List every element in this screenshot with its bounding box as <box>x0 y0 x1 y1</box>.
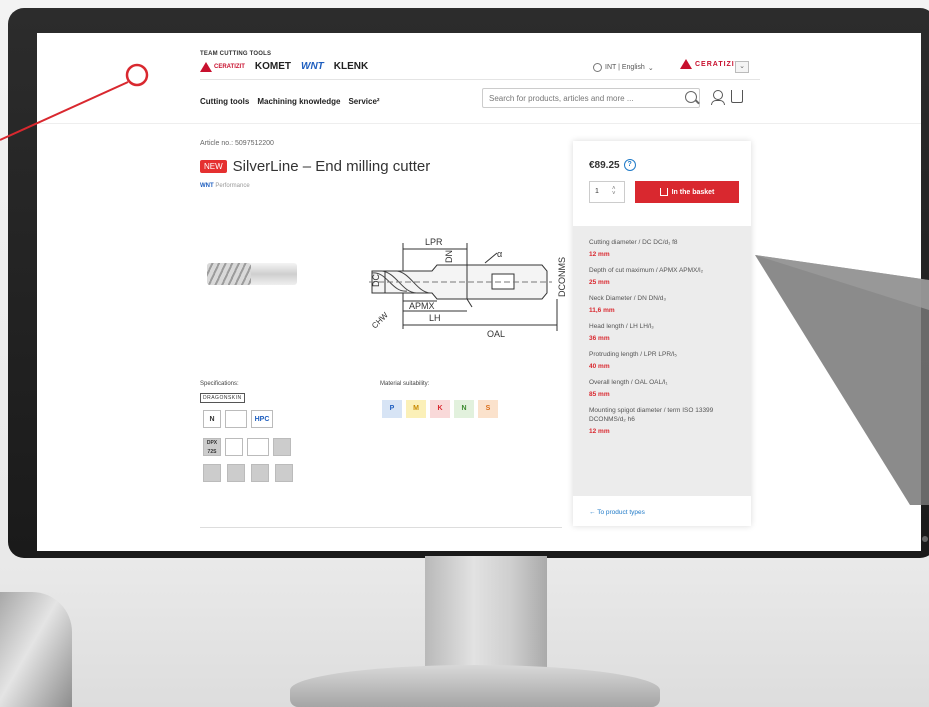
material-s: S <box>478 400 498 418</box>
article-number: Article no.: 5097512200 <box>200 140 274 147</box>
spec-name: Mounting spigot diameter / term ISO 1339… <box>589 407 714 423</box>
spec-value: 40 mm <box>589 363 610 370</box>
label-oal: OAL <box>487 329 505 339</box>
brand-switcher[interactable]: CERATIZIT <box>680 59 740 69</box>
label-apmx: APMX <box>409 301 435 311</box>
label-lpr: LPR <box>425 237 443 247</box>
browser-screen: TEAM CUTTING TOOLS CERATIZIT KOMET WNT K… <box>37 33 921 551</box>
performance-label: Performance <box>215 183 250 189</box>
spec-value: 85 mm <box>589 391 610 398</box>
chevron-down-icon: ⌄ <box>647 64 654 72</box>
monitor-stand-base <box>290 665 660 707</box>
nav-cutting-tools[interactable]: Cutting tools <box>200 97 249 106</box>
quantity-value: 1 <box>595 188 599 195</box>
material-p: P <box>382 400 402 418</box>
spec-milling-icon-2 <box>227 464 245 482</box>
ceratizit-triangle-icon <box>200 61 212 72</box>
stepper-arrows-icon[interactable]: ˄ ˅ <box>612 186 616 197</box>
spec-milling-icon-1 <box>203 464 221 482</box>
spec-hpc-box: HPC <box>251 410 273 428</box>
wnt-brand: WNT <box>200 183 214 189</box>
klenk-logo[interactable]: KLENK <box>334 61 368 72</box>
spec-milling-icon-4 <box>275 464 293 482</box>
nav-service[interactable]: Service² <box>348 97 379 106</box>
spec-value: 25 mm <box>589 279 610 286</box>
purchase-panel: €89.25 ? 1 ˄ ˅ In the basket Cutting diam… <box>573 141 751 526</box>
decorative-tool-photo <box>0 592 72 707</box>
ceratizit-triangle-icon <box>680 59 692 69</box>
label-alpha: α <box>497 249 502 259</box>
brand-dropdown-button[interactable]: ⌄ <box>735 61 749 73</box>
spec-shank-icon <box>247 438 269 456</box>
main-nav: Cutting tools Machining knowledge Servic… <box>200 97 380 106</box>
label-chw: CHW <box>370 310 390 330</box>
team-label: TEAM CUTTING TOOLS <box>200 51 272 57</box>
specifications-label: Specifications: <box>200 381 239 387</box>
to-product-types-link[interactable]: ← To product types <box>589 509 645 516</box>
label-dconms: DCONMS <box>557 257 567 297</box>
dragonskin-logo: DRAGONSKIN <box>200 393 245 403</box>
material-k: K <box>430 400 450 418</box>
material-suitability-label: Material suitability: <box>380 381 430 387</box>
help-icon[interactable]: ? <box>623 159 636 171</box>
spec-dpx-box: DPX 72S <box>203 438 221 456</box>
spec-angle-icon <box>225 410 247 428</box>
add-to-basket-button[interactable]: In the basket <box>635 181 739 203</box>
spec-value: 12 mm <box>589 428 610 435</box>
spec-shape-icon <box>273 438 291 456</box>
header-divider <box>200 79 760 80</box>
spec-list: Cutting diameter / DC DC/d₁ f8 12 mm Depth… <box>573 226 751 496</box>
brand-line: WNT Performance <box>200 183 250 189</box>
globe-icon <box>593 63 602 72</box>
spec-name: Head length / LH LH/l₃ <box>589 323 654 330</box>
brand-logos: CERATIZIT KOMET WNT KLENK <box>200 61 368 72</box>
quantity-stepper[interactable]: 1 ˄ ˅ <box>589 181 625 203</box>
spec-n-box: N <box>203 410 221 428</box>
komet-logo[interactable]: KOMET <box>255 61 291 72</box>
user-icon[interactable] <box>711 90 725 105</box>
new-badge: NEW <box>200 160 227 173</box>
spec-name: Neck Diameter / DN DN/d₃ <box>589 295 667 302</box>
spec-value: 36 mm <box>589 335 610 342</box>
locale-selector[interactable]: INT | English ⌄ <box>593 63 654 72</box>
wnt-logo[interactable]: WNT <box>301 61 324 72</box>
content-divider <box>200 527 562 528</box>
spec-value: 12 mm <box>589 251 610 258</box>
spec-name: Cutting diameter / DC DC/d₁ f8 <box>589 239 678 246</box>
header-bottom-border <box>37 123 921 124</box>
nav-machining-knowledge[interactable]: Machining knowledge <box>257 97 340 106</box>
power-button-icon <box>922 536 928 542</box>
search-input[interactable]: Search for products, articles and more .… <box>482 88 700 108</box>
spec-tolerance-icon <box>225 438 243 456</box>
cart-icon[interactable] <box>731 90 743 103</box>
label-dn: DN <box>444 250 454 263</box>
product-title-row: NEW SilverLine – End milling cutter <box>200 158 430 175</box>
spec-name: Depth of cut maximum / APMX APMX/l₂ <box>589 267 704 274</box>
label-lh: LH <box>429 313 441 323</box>
technical-drawing: LPR DN DC CHW APMX LH OAL α DCONMS <box>369 237 567 339</box>
spec-name: Protruding length / LPR LPR/l₅ <box>589 351 677 358</box>
monitor-frame: TEAM CUTTING TOOLS CERATIZIT KOMET WNT K… <box>8 8 929 558</box>
spec-value: 11,6 mm <box>589 307 615 314</box>
spec-milling-icon-3 <box>251 464 269 482</box>
search-icon[interactable] <box>685 91 697 103</box>
ceratizit-logo[interactable]: CERATIZIT <box>200 61 245 72</box>
material-m: M <box>406 400 426 418</box>
material-n: N <box>454 400 474 418</box>
price-row: €89.25 ? <box>589 159 636 171</box>
spec-name: Overall length / OAL OAL/l₁ <box>589 379 668 386</box>
page-title: SilverLine – End milling cutter <box>232 158 431 175</box>
monitor-stand-neck <box>425 556 547 676</box>
price: €89.25 <box>589 159 620 171</box>
label-dc: DC <box>371 274 381 287</box>
basket-icon <box>659 188 668 196</box>
site-header: TEAM CUTTING TOOLS CERATIZIT KOMET WNT K… <box>37 33 921 123</box>
